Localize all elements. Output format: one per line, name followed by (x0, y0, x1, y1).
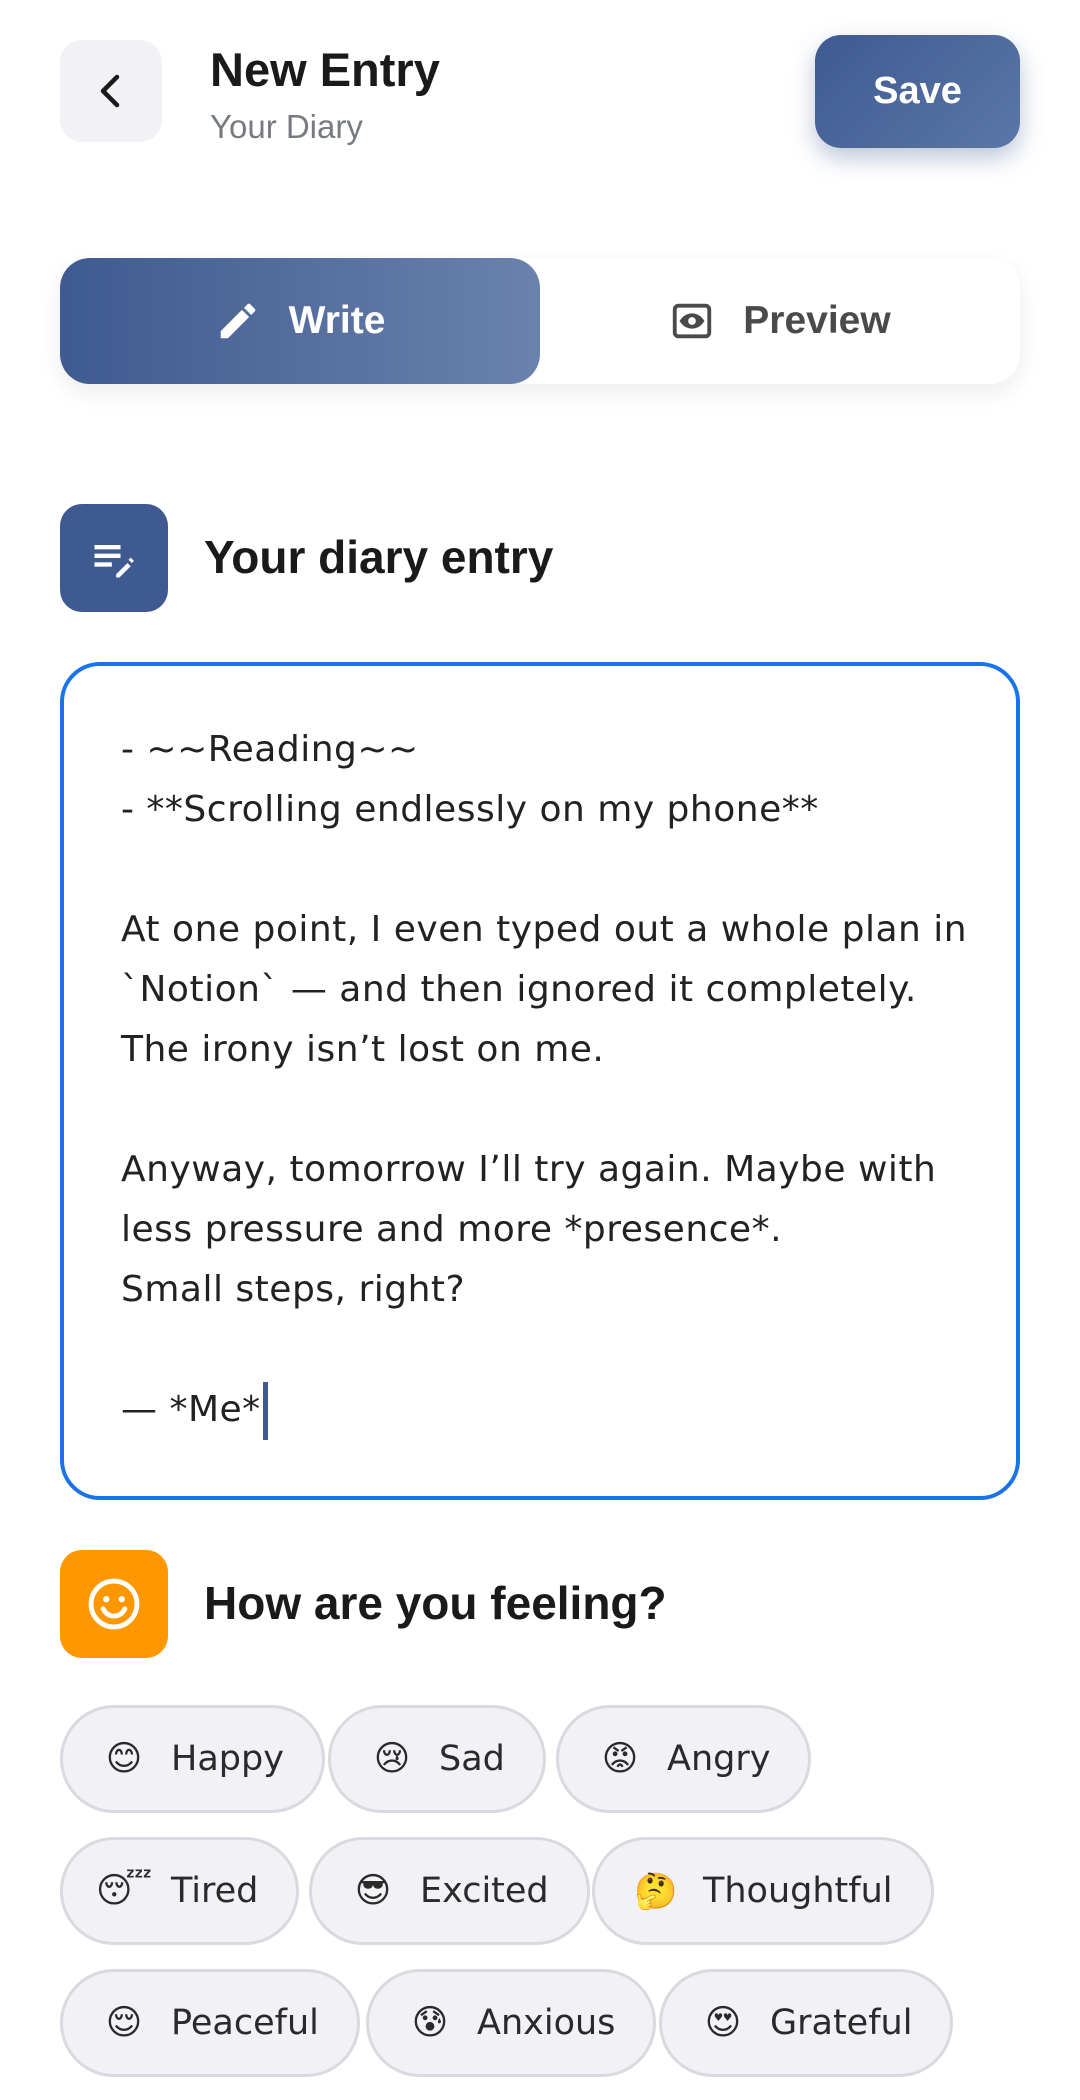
diary-text-editor[interactable]: - ~~Reading~~ - **Scrolling endlessly on … (60, 662, 1020, 1500)
mood-label: Angry (667, 1739, 771, 1779)
mood-label: Happy (171, 1739, 284, 1779)
tab-write-label: Write (288, 299, 386, 342)
mood-chip-thoughtful[interactable]: 🤔 Thoughtful (592, 1837, 934, 1945)
eye-preview-icon (673, 303, 712, 339)
happy-emoji-icon: 😊 (105, 1739, 143, 1779)
save-button[interactable]: Save (815, 35, 1020, 148)
thoughtful-emoji-icon: 🤔 (634, 1871, 678, 1912)
new-entry-screen: New Entry Your Diary Save Write Preview (0, 0, 1080, 2100)
mood-chip-peaceful[interactable]: 😌 Peaceful (60, 1969, 360, 2077)
editor-line: The irony isn’t lost on me. (121, 1029, 605, 1070)
notes-edit-icon (60, 504, 168, 612)
sad-emoji-icon: 😢 (373, 1739, 411, 1779)
editor-line: Small steps, right? (121, 1269, 466, 1310)
mode-tabs: Write Preview (60, 258, 1020, 384)
editor-line: — *Me* (121, 1380, 967, 1440)
page-subtitle: Your Diary (210, 108, 363, 145)
editor-line: - **Scrolling endlessly on my phone** (121, 789, 819, 830)
mood-chip-happy[interactable]: 😊 Happy (60, 1705, 325, 1813)
tired-emoji-icon: 😴 (95, 1871, 153, 1911)
entry-section-title: Your diary entry (204, 531, 554, 583)
mood-label: Excited (420, 1871, 549, 1911)
editor-content: - ~~Reading~~ - **Scrolling endlessly on … (121, 720, 967, 1440)
mood-chip-excited[interactable]: 😎 Excited (309, 1837, 590, 1945)
excited-emoji-icon: 😎 (354, 1871, 392, 1911)
anxious-emoji-icon: 😰 (411, 2003, 449, 2043)
editor-line: less pressure and more *presence*. (121, 1209, 783, 1250)
peaceful-emoji-icon: 😌 (105, 2003, 143, 2043)
smiley-icon (60, 1550, 168, 1658)
page-title: New Entry (210, 43, 440, 96)
angry-emoji-icon: 😡 (601, 1739, 639, 1779)
mood-label: Grateful (770, 2003, 913, 2043)
editor-line: Anyway, tomorrow I’ll try again. Maybe w… (121, 1149, 937, 1190)
mood-chip-grateful[interactable]: 😍 Grateful (659, 1969, 954, 2077)
mood-label: Peaceful (171, 2003, 319, 2043)
editor-line: `Notion` — and then ignored it completel… (121, 969, 917, 1010)
mood-chip-anxious[interactable]: 😰 Anxious (366, 1969, 657, 2077)
mood-chip-sad[interactable]: 😢 Sad (328, 1705, 546, 1813)
grateful-emoji-icon: 😍 (704, 2003, 742, 2043)
mood-chip-tired[interactable]: 😴 Tired (60, 1837, 300, 1945)
mood-section-title: How are you feeling? (204, 1577, 667, 1629)
mood-label: Sad (439, 1739, 505, 1779)
mood-chip-angry[interactable]: 😡 Angry (556, 1705, 812, 1813)
editor-line: At one point, I even typed out a whole p… (121, 909, 968, 950)
chevron-left-icon (100, 74, 120, 108)
mood-label: Thoughtful (703, 1871, 893, 1911)
mood-label: Anxious (477, 2003, 616, 2043)
tab-preview[interactable]: Preview (540, 258, 1020, 384)
editor-line: - ~~Reading~~ (121, 729, 419, 770)
mood-label: Tired (171, 1871, 259, 1911)
back-button[interactable] (60, 40, 162, 142)
text-caret (262, 1382, 268, 1440)
pencil-icon (220, 303, 255, 339)
tab-preview-label: Preview (743, 299, 891, 342)
tab-write[interactable]: Write (60, 258, 540, 384)
